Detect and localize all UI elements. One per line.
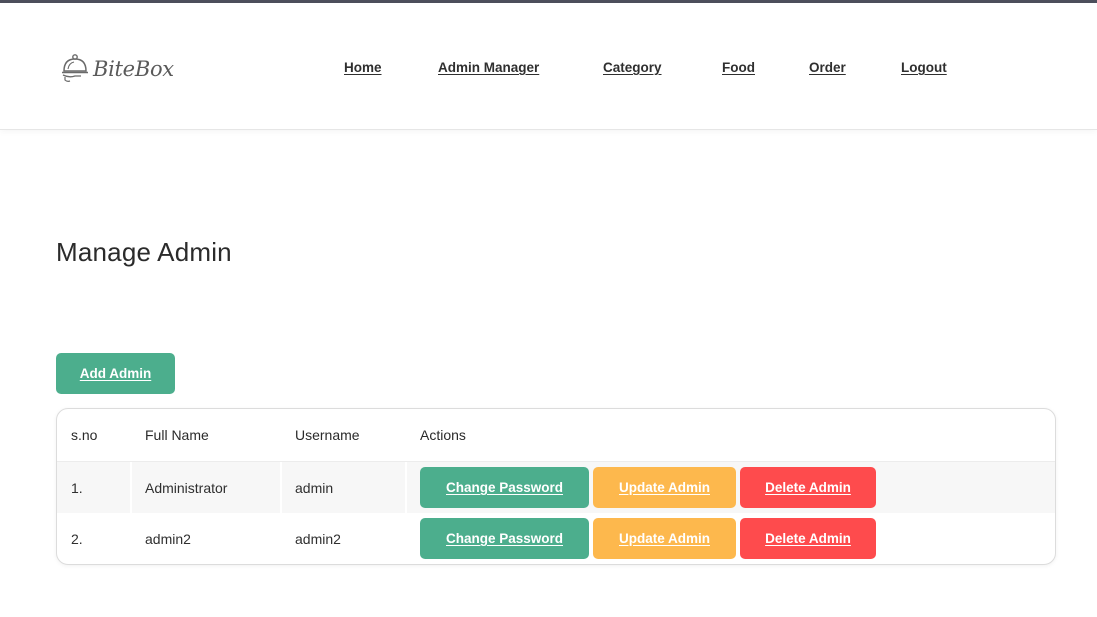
admin-table: s.no Full Name Username Actions 1. Admin… bbox=[56, 408, 1056, 565]
cell-divider bbox=[280, 462, 282, 513]
delete-admin-button[interactable]: Delete Admin bbox=[740, 467, 876, 508]
cell-sno: 1. bbox=[71, 479, 83, 496]
cell-divider bbox=[405, 462, 407, 513]
cell-username: admin bbox=[295, 479, 334, 496]
header-username: Username bbox=[295, 427, 360, 443]
header-actions: Actions bbox=[420, 427, 466, 443]
cell-full-name: Administrator bbox=[145, 479, 228, 496]
nav-home-link[interactable]: Home bbox=[344, 60, 382, 75]
change-password-button[interactable]: Change Password bbox=[420, 518, 589, 559]
cell-divider bbox=[130, 462, 132, 513]
table-row: 2. admin2 admin2 Change Password Update … bbox=[57, 513, 1055, 564]
row-actions: Change Password Update Admin Delete Admi… bbox=[420, 518, 876, 559]
table-row: 1. Administrator admin Change Password U… bbox=[57, 461, 1055, 513]
nav-order-link[interactable]: Order bbox=[809, 60, 846, 75]
cell-sno: 2. bbox=[71, 531, 83, 547]
main-nav: Home Admin Manager Category Food Order L… bbox=[0, 60, 1097, 80]
update-admin-button[interactable]: Update Admin bbox=[593, 518, 736, 559]
page-title: Manage Admin bbox=[56, 237, 232, 267]
row-actions: Change Password Update Admin Delete Admi… bbox=[420, 467, 876, 508]
cell-username: admin2 bbox=[295, 531, 341, 547]
delete-admin-button[interactable]: Delete Admin bbox=[740, 518, 876, 559]
header-full-name: Full Name bbox=[145, 427, 209, 443]
cell-full-name: admin2 bbox=[145, 531, 191, 547]
nav-logout-link[interactable]: Logout bbox=[901, 60, 947, 75]
nav-category-link[interactable]: Category bbox=[603, 60, 662, 75]
nav-admin-manager-link[interactable]: Admin Manager bbox=[438, 60, 539, 75]
change-password-button[interactable]: Change Password bbox=[420, 467, 589, 508]
header-sno: s.no bbox=[71, 427, 98, 443]
add-admin-button[interactable]: Add Admin bbox=[56, 353, 175, 394]
site-header: BiteBox Home Admin Manager Category Food… bbox=[0, 3, 1097, 130]
nav-food-link[interactable]: Food bbox=[722, 60, 755, 75]
update-admin-button[interactable]: Update Admin bbox=[593, 467, 736, 508]
table-header-row: s.no Full Name Username Actions bbox=[57, 409, 1055, 461]
